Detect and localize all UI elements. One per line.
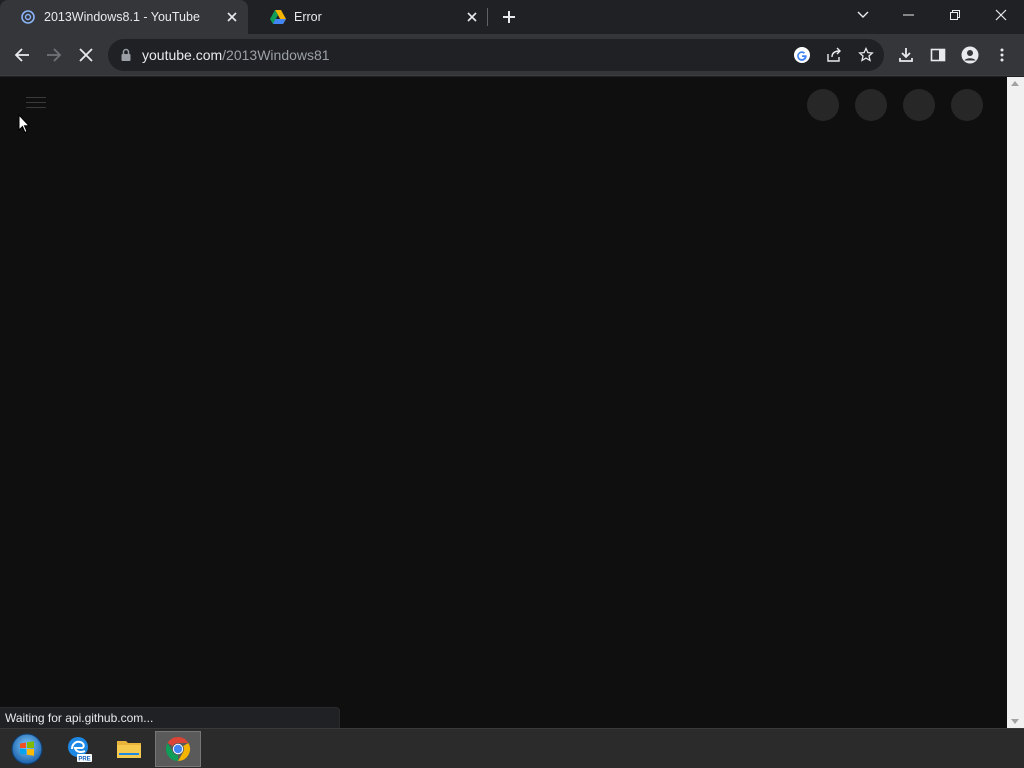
url-host: youtube.com [142,47,223,63]
scroll-down-arrow-icon[interactable] [1011,719,1019,724]
skeleton-placeholder [951,89,983,121]
close-tab-icon[interactable] [462,7,482,27]
tab-title: Error [294,10,322,24]
tab-separator [487,8,488,26]
forward-button[interactable] [40,41,68,69]
tab-strip: 2013Windows8.1 - YouTube Error [0,0,1024,34]
side-panel-icon [930,48,946,62]
menu-button[interactable] [988,41,1016,69]
stop-loading-button[interactable] [72,41,100,69]
url-path: /2013Windows81 [222,47,330,63]
new-tab-button[interactable] [497,5,521,29]
tab-error[interactable]: Error [250,0,488,34]
edge-pre-icon: PRE [68,737,92,763]
skeleton-placeholder [903,89,935,121]
vertical-scrollbar[interactable] [1007,77,1024,728]
profile-icon [961,46,979,64]
edge-preview-button[interactable]: PRE [56,731,102,767]
bookmark-star-icon[interactable] [856,45,876,65]
restore-button[interactable] [932,0,978,30]
webcam-icon [20,9,36,25]
mouse-cursor-icon [18,114,30,134]
close-window-button[interactable] [978,0,1024,30]
edge-badge: PRE [78,757,90,763]
url-text[interactable]: youtube.com/2013Windows81 [142,47,330,63]
google-drive-icon [270,9,286,25]
page-content [0,77,1007,728]
chevron-down-icon [857,11,869,18]
status-bubble: Waiting for api.github.com... [0,707,340,728]
close-tab-icon[interactable] [222,7,242,27]
side-panel-button[interactable] [924,41,952,69]
scroll-up-arrow-icon[interactable] [1011,81,1019,86]
plus-icon [503,11,515,23]
minimize-icon [903,14,914,16]
file-explorer-button[interactable] [106,731,152,767]
tab-search-button[interactable] [840,0,886,30]
start-button[interactable] [4,731,50,767]
browser-toolbar: youtube.com/2013Windows81 [0,34,1024,76]
windows-orb-icon [11,733,43,765]
skeleton-placeholder [855,89,887,121]
arrow-right-icon [47,48,62,62]
share-icon[interactable] [824,45,844,65]
lock-icon [121,48,131,61]
minimize-button[interactable] [886,0,932,30]
downloads-button[interactable] [892,41,920,69]
chrome-taskbar-button[interactable] [155,731,201,767]
chrome-icon [165,737,191,761]
hamburger-menu-icon[interactable] [26,97,46,111]
skeleton-placeholder [807,89,839,121]
tab-youtube[interactable]: 2013Windows8.1 - YouTube [0,0,248,34]
arrow-left-icon [14,48,29,62]
close-icon [995,9,1007,21]
google-lens-icon[interactable] [792,45,812,65]
address-bar[interactable]: youtube.com/2013Windows81 [108,39,884,71]
download-icon [899,48,913,62]
close-icon [79,48,93,62]
more-vertical-icon [1000,48,1004,62]
restore-icon [950,10,960,20]
back-button[interactable] [8,41,36,69]
folder-icon [117,741,141,758]
taskbar: PRE [0,728,1024,768]
profile-button[interactable] [956,41,984,69]
screen: 2013Windows8.1 - YouTube Error youtube.c… [0,0,1024,768]
tab-title: 2013Windows8.1 - YouTube [44,10,200,24]
